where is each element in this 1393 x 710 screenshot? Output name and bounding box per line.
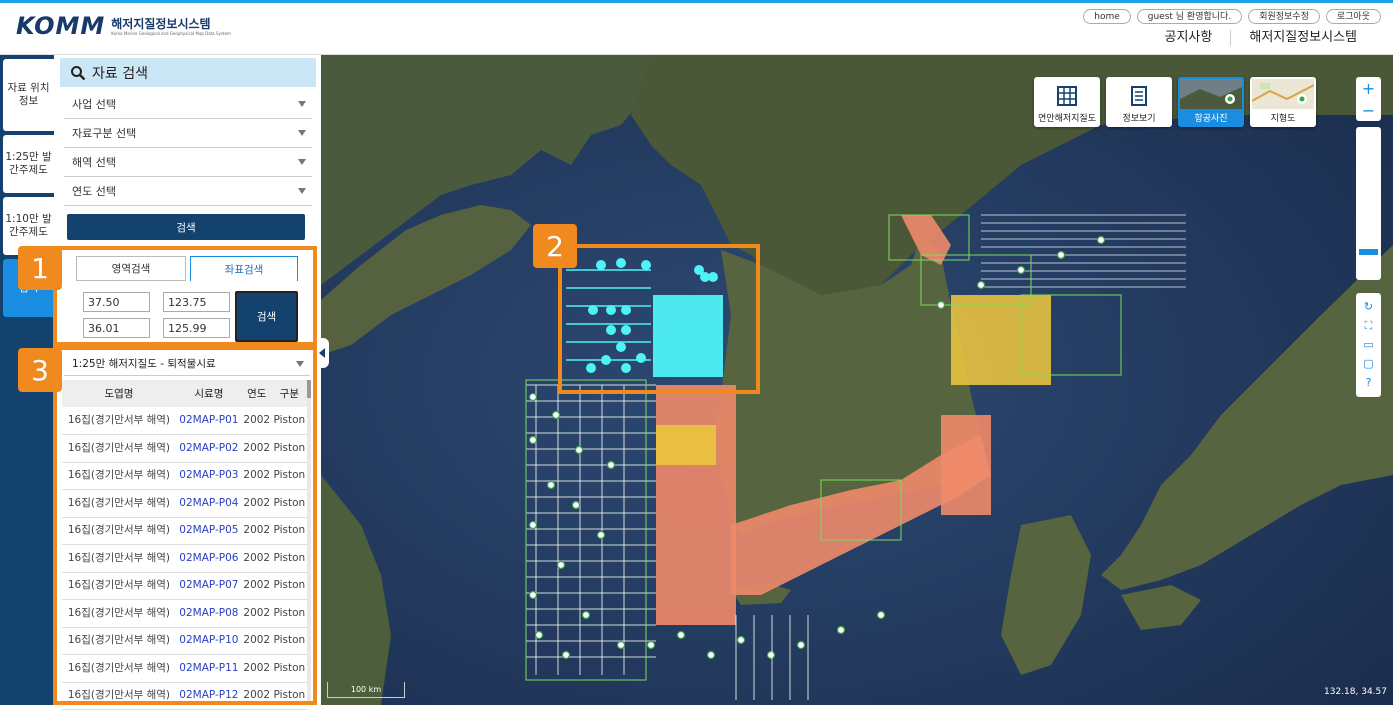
nav-250k-maps[interactable]: 1:25만 발간주제도 xyxy=(3,135,54,193)
collapse-panel-button[interactable] xyxy=(315,338,329,368)
nav-notice[interactable]: 공지사항 xyxy=(1147,30,1231,46)
sample-marker xyxy=(1096,235,1106,245)
satellite-map[interactable] xyxy=(321,55,1393,705)
sample-marker xyxy=(976,280,986,290)
chevron-down-icon xyxy=(298,159,306,165)
sediment-area xyxy=(941,415,991,515)
nav-system[interactable]: 해저지질정보시스템 xyxy=(1230,30,1375,46)
welcome-text: guest 님 환영합니다. xyxy=(1136,9,1243,24)
zoom-slider[interactable] xyxy=(1356,127,1381,280)
sample-marker xyxy=(574,445,584,455)
logo-mark: KOMM xyxy=(16,12,106,40)
sample-marker xyxy=(706,650,716,660)
sample-marker xyxy=(561,650,571,660)
main-nav: 공지사항 해저지질정보시스템 xyxy=(1147,30,1375,46)
sample-marker xyxy=(676,630,686,640)
logout-link[interactable]: 로그아웃 xyxy=(1325,9,1381,24)
sample-marker xyxy=(876,610,886,620)
panel-header: 자료 검색 xyxy=(60,58,316,87)
nav-data-location[interactable]: 자료 위치 정보 xyxy=(3,59,54,131)
sediment-area xyxy=(951,295,1051,385)
sample-marker xyxy=(551,410,561,420)
annotation-badge-1: 1 xyxy=(18,246,62,290)
layer-aerial-photo[interactable]: 항공사진 xyxy=(1178,77,1244,127)
grid-icon xyxy=(1057,86,1077,106)
logo[interactable]: KOMM 해저지질정보시스템 Korea Marine Geological a… xyxy=(16,13,231,39)
annotation-badge-2: 2 xyxy=(533,224,577,268)
sample-marker xyxy=(534,630,544,640)
annotation-badge-3: 3 xyxy=(18,348,62,392)
layer-topo-map[interactable]: 지형도 xyxy=(1250,77,1316,127)
sample-marker xyxy=(571,500,581,510)
sample-marker xyxy=(1056,250,1066,260)
layer-info-view[interactable]: 정보보기 xyxy=(1106,77,1172,127)
sample-marker xyxy=(528,435,538,445)
panel-title: 자료 검색 xyxy=(92,65,148,82)
chevron-down-icon xyxy=(298,101,306,107)
aerial-thumbnail-icon xyxy=(1180,79,1242,109)
sample-marker xyxy=(546,480,556,490)
sample-marker xyxy=(596,530,606,540)
chevron-down-icon xyxy=(298,188,306,194)
sample-marker xyxy=(616,640,626,650)
search-icon xyxy=(71,65,86,80)
chevron-left-icon xyxy=(319,348,325,358)
help-icon[interactable]: ? xyxy=(1366,377,1372,389)
measure-icon[interactable]: ▭ xyxy=(1363,338,1373,351)
fullscreen-icon[interactable]: ⛶ xyxy=(1365,319,1373,332)
sample-marker xyxy=(528,590,538,600)
zoom-in-button[interactable]: + xyxy=(1356,77,1381,99)
cursor-coordinates: 132.18, 34.57 xyxy=(1324,687,1387,697)
sample-marker xyxy=(936,300,946,310)
home-link[interactable]: home xyxy=(1083,9,1131,24)
sample-marker xyxy=(528,392,538,402)
header: KOMM 해저지질정보시스템 Korea Marine Geological a… xyxy=(0,3,1393,55)
layer-coastal-geology[interactable]: 연안해저지질도 xyxy=(1034,77,1100,127)
year-select[interactable]: 연도 선택 xyxy=(64,177,312,206)
topo-thumbnail-icon xyxy=(1252,79,1314,109)
sample-marker xyxy=(1016,265,1026,275)
data-type-select[interactable]: 자료구분 선택 xyxy=(64,119,312,148)
logo-title: 해저지질정보시스템 xyxy=(111,17,211,31)
monitor-icon[interactable]: ▢ xyxy=(1363,358,1373,370)
sample-marker xyxy=(581,610,591,620)
refresh-icon[interactable]: ↻ xyxy=(1364,300,1373,313)
sample-marker xyxy=(736,635,746,645)
map-view[interactable]: 연안해저지질도 정보보기 항공사진 지형도 + − ↻ ⛶ ▭ ▢ ? 100 … xyxy=(321,55,1393,705)
sample-marker xyxy=(528,520,538,530)
sample-marker xyxy=(836,625,846,635)
annotation-box-3 xyxy=(53,346,317,705)
chevron-down-icon xyxy=(298,130,306,136)
sample-marker xyxy=(796,640,806,650)
sea-area-select[interactable]: 해역 선택 xyxy=(64,148,312,177)
scale-bar: 100 km xyxy=(327,682,405,698)
sediment-area xyxy=(656,385,736,625)
sample-marker xyxy=(606,460,616,470)
edit-profile-link[interactable]: 회원정보수정 xyxy=(1248,9,1320,24)
project-select[interactable]: 사업 선택 xyxy=(64,90,312,119)
sediment-area xyxy=(656,425,716,465)
search-button[interactable]: 검색 xyxy=(67,214,305,240)
annotation-box-2 xyxy=(558,244,760,394)
zoom-out-button[interactable]: − xyxy=(1356,99,1381,121)
document-icon xyxy=(1131,86,1147,106)
sample-marker xyxy=(556,560,566,570)
logo-subtitle: Korea Marine Geological and Geophysical … xyxy=(111,31,231,36)
sample-marker xyxy=(766,650,776,660)
top-links: home guest 님 환영합니다. 회원정보수정 로그아웃 xyxy=(1083,9,1381,24)
annotation-box-1 xyxy=(53,246,317,346)
zoom-slider-handle[interactable] xyxy=(1359,249,1378,255)
zoom-control: + − xyxy=(1356,77,1381,121)
sample-marker xyxy=(646,640,656,650)
map-tools: ↻ ⛶ ▭ ▢ ? xyxy=(1356,293,1381,397)
